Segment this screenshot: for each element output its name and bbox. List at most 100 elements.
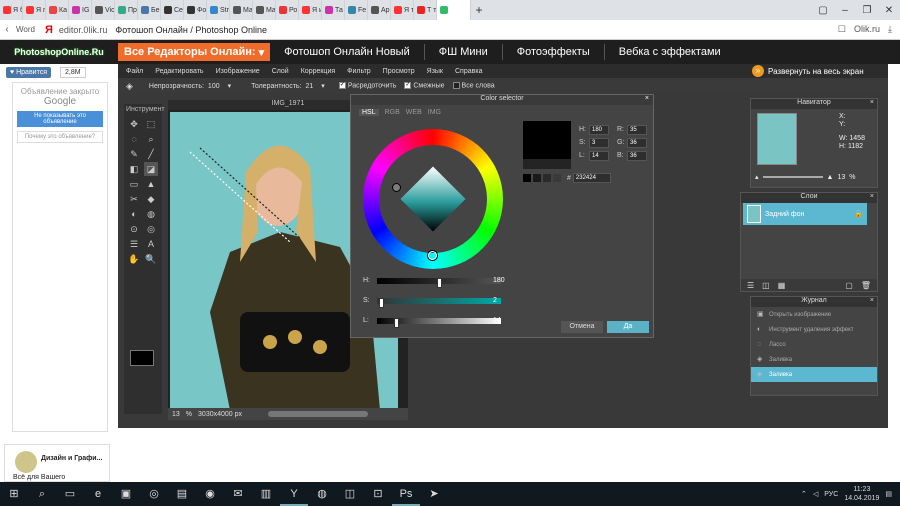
browser-tab[interactable] (437, 0, 471, 20)
recent-swatch[interactable] (533, 174, 541, 182)
layer-row[interactable]: Задний фон 🔒 (743, 203, 867, 225)
r-field[interactable]: 35 (627, 124, 647, 135)
volume-icon[interactable]: ◁ (813, 490, 818, 498)
browser-tab[interactable]: Vic (92, 0, 115, 20)
close-window-icon[interactable]: ✕ (878, 5, 900, 16)
antialias-checkbox[interactable]: ✓ Расредоточить (338, 82, 396, 90)
browser-tab[interactable]: Str (207, 0, 230, 20)
tolerance-value[interactable]: 21 (306, 83, 314, 90)
url-field[interactable]: editor.0lik.ru (59, 25, 108, 35)
l-field[interactable]: 14 (589, 150, 609, 161)
hex-field[interactable]: 232424 (572, 173, 611, 183)
tool-icon[interactable]: ✎ (127, 147, 141, 161)
taskbar-app-icon[interactable]: ➤ (420, 482, 448, 506)
tool-icon[interactable]: ⊙ (127, 222, 141, 236)
hue-wheel[interactable] (363, 129, 503, 269)
close-icon[interactable]: × (870, 99, 874, 106)
zoom-in-icon[interactable]: ▲ (827, 174, 834, 181)
window-menu-icon[interactable]: ▢ (812, 5, 834, 16)
recent-swatch[interactable] (543, 174, 551, 182)
browser-tab[interactable]: Бе (138, 0, 161, 20)
menu-item[interactable]: Слой (272, 68, 289, 75)
recent-swatch[interactable] (553, 174, 561, 182)
menu-item[interactable]: Коррекция (301, 68, 335, 75)
menu-item[interactable]: Справка (455, 68, 482, 75)
history-item[interactable]: ◐ Инструмент удаления эффект (751, 322, 877, 337)
delete-layer-icon[interactable]: 🗑 (861, 281, 871, 290)
h-field[interactable]: 180 (589, 124, 609, 135)
taskbar-app-icon[interactable]: ◎ (140, 482, 168, 506)
color-mode-tab[interactable]: RGB (385, 109, 400, 116)
hue-cursor[interactable] (428, 251, 437, 260)
color-mode-tab[interactable]: HSL (359, 109, 379, 116)
menu-item[interactable]: Редактировать (155, 68, 203, 75)
yandex-icon[interactable]: Я (45, 24, 53, 36)
tool-icon[interactable]: 🔍 (144, 252, 158, 266)
bookmark-icon[interactable]: ☐ (838, 24, 846, 35)
tool-icon[interactable]: ✋ (127, 252, 141, 266)
tool-icon[interactable]: ◌ (127, 132, 141, 146)
new-group-icon[interactable]: ▦ (778, 281, 786, 290)
close-icon[interactable]: × (870, 297, 874, 304)
cancel-button[interactable]: Отмена (561, 321, 603, 333)
maximize-icon[interactable]: ❐ (856, 5, 878, 16)
taskbar-app-icon[interactable]: ◉ (196, 482, 224, 506)
editors-dropdown[interactable]: Все Редакторы Онлайн: ▾ (118, 43, 271, 61)
color-mode-tab[interactable]: WEB (406, 109, 422, 116)
browser-tab[interactable]: IG (69, 0, 92, 20)
clock[interactable]: 11:23 14.04.2019 (844, 485, 879, 503)
taskbar-app-icon[interactable]: ⊞ (0, 482, 28, 506)
tool-icon[interactable]: ◎ (144, 222, 158, 236)
ok-button[interactable]: Да (607, 321, 649, 333)
taskbar-app-icon[interactable]: ✉ (224, 482, 252, 506)
s-field[interactable]: 3 (589, 137, 609, 148)
close-icon[interactable]: × (645, 95, 649, 102)
browser-tab[interactable]: Я гдс (23, 0, 46, 20)
menu-item[interactable]: Изображение (216, 68, 260, 75)
zoom-out-icon[interactable]: ▴ (755, 173, 759, 181)
browser-tab[interactable]: Ро (276, 0, 299, 20)
contiguous-checkbox[interactable]: ✓ Смежные (404, 82, 445, 90)
sl-cursor[interactable] (392, 183, 401, 192)
taskbar-app-icon[interactable]: ⊡ (364, 482, 392, 506)
back-icon[interactable]: ‹ (0, 24, 14, 35)
tool-icon[interactable]: ╱ (144, 147, 158, 161)
browser-tab[interactable]: Фо (184, 0, 207, 20)
like-button[interactable]: ♥ Нравится (6, 67, 51, 78)
tool-icon[interactable]: ◪ (144, 162, 158, 176)
all-layers-checkbox[interactable]: Все слова (452, 82, 495, 90)
browser-tab[interactable]: Ка (46, 0, 69, 20)
site-nav-link[interactable]: Вебка с эффектами (619, 46, 721, 58)
taskbar-app-icon[interactable]: ▣ (112, 482, 140, 506)
close-icon[interactable]: × (870, 193, 874, 200)
browser-tab[interactable]: Т те (414, 0, 437, 20)
notifications-icon[interactable]: ▤ (885, 490, 892, 498)
zoom-slider[interactable] (762, 176, 823, 178)
browser-tab[interactable]: Я бо (0, 0, 23, 20)
taskbar-app-icon[interactable]: ▤ (168, 482, 196, 506)
menu-item[interactable]: Фильтр (347, 68, 371, 75)
tool-icon[interactable]: ◍ (144, 207, 158, 221)
navigator-zoom-value[interactable]: 13 (837, 174, 845, 181)
ad-why-link[interactable]: Почему это объявление? (17, 131, 103, 143)
tool-icon[interactable]: ⌕ (144, 132, 158, 146)
history-item[interactable]: ◈ Заливка (751, 352, 877, 367)
browser-tab[interactable]: Ма (253, 0, 276, 20)
menu-item[interactable]: Файл (126, 68, 143, 75)
taskbar-app-icon[interactable]: ▥ (252, 482, 280, 506)
taskbar-app-icon[interactable]: Y (280, 482, 308, 506)
link-layers-icon[interactable]: ☰ (747, 281, 754, 290)
history-item[interactable]: ▣ Открыть изображение (751, 307, 877, 322)
new-layer-icon[interactable]: ▢ (845, 281, 853, 290)
b-field[interactable]: 36 (627, 150, 647, 161)
tool-icon[interactable]: ◐ (127, 207, 141, 221)
taskbar-app-icon[interactable]: ⌕ (28, 482, 56, 506)
new-tab-button[interactable]: + (471, 3, 487, 17)
site-logo[interactable]: PhotoshopOnline.Ru (0, 40, 118, 64)
history-item[interactable]: ◈ Заливка (751, 367, 877, 382)
taskbar-app-icon[interactable]: ▭ (56, 482, 84, 506)
tool-icon[interactable]: ✂ (127, 192, 141, 206)
layer-mask-icon[interactable]: ◫ (762, 281, 770, 290)
minimize-icon[interactable]: – (834, 5, 856, 16)
menu-item[interactable]: Язык (427, 68, 443, 75)
